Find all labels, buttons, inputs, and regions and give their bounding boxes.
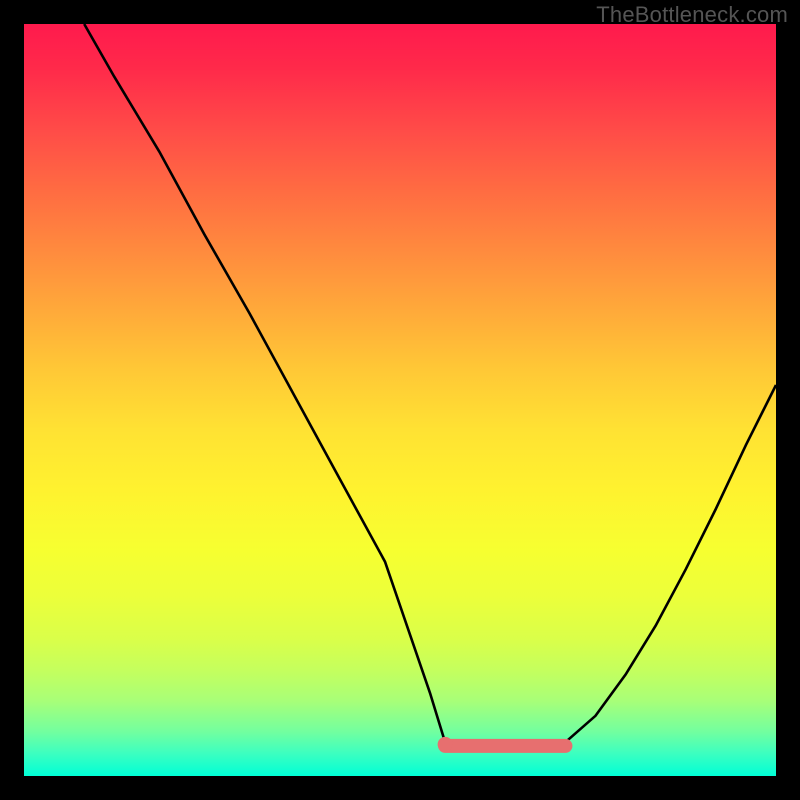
chart-frame: TheBottleneck.com <box>0 0 800 800</box>
right-branch-curve <box>565 385 776 742</box>
left-branch-curve <box>84 24 445 742</box>
watermark-text: TheBottleneck.com <box>596 2 788 28</box>
bottleneck-plot <box>24 24 776 776</box>
plot-svg <box>24 24 776 776</box>
optimal-start-dot <box>438 737 453 752</box>
